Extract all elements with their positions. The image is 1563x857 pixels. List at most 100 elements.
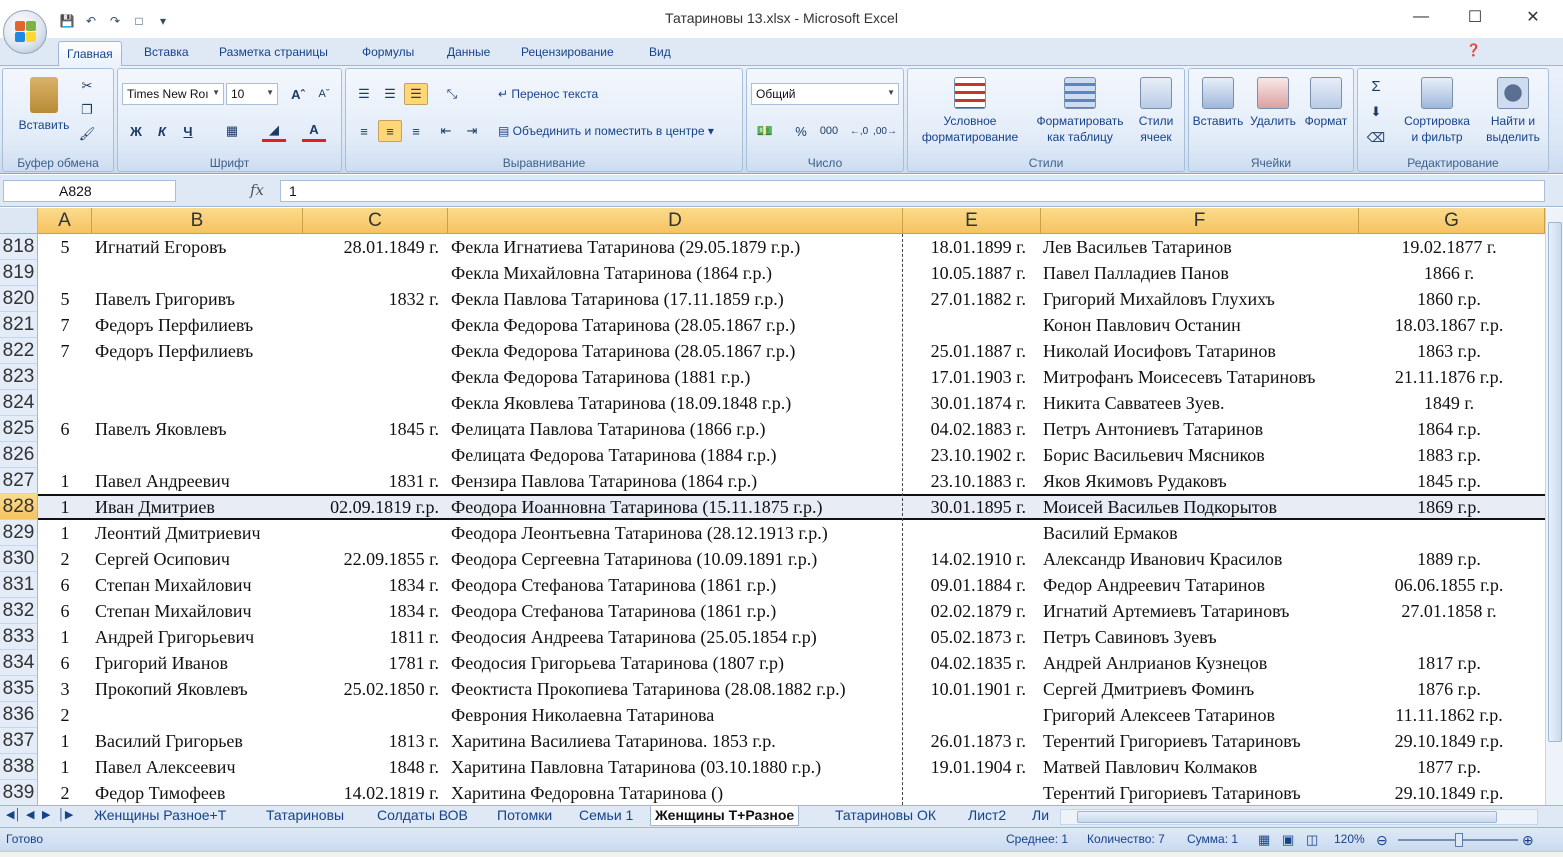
cell-d[interactable]: Феодосия Андреева Татаринова (25.05.1854… (451, 624, 901, 650)
cell-c[interactable] (303, 260, 439, 286)
cell-b[interactable] (95, 390, 300, 416)
underline-button[interactable]: Ч (176, 120, 200, 142)
cell-g[interactable] (1359, 520, 1539, 546)
format-as-table-button[interactable]: Форматировать как таблицу (1030, 77, 1130, 145)
cell-d[interactable]: Харитина Павловна Татаринова (03.10.1880… (451, 754, 901, 780)
cell-c[interactable] (303, 442, 439, 468)
fx-icon[interactable]: fx (250, 181, 264, 199)
cell-d[interactable]: Феодора Иоанновна Татаринова (15.11.1875… (451, 494, 901, 520)
first-sheet-icon[interactable]: ◀│ (6, 808, 21, 821)
zoom-level[interactable]: 120% (1334, 832, 1365, 846)
conditional-formatting-button[interactable]: Условное форматирование (912, 77, 1028, 145)
cell-a[interactable]: 2 (38, 702, 92, 728)
cell-d[interactable]: Феврония Николаевна Татаринова (451, 702, 901, 728)
row-header[interactable]: 827 (0, 468, 38, 494)
cell-a[interactable] (38, 364, 92, 390)
row-header[interactable]: 829 (0, 520, 38, 546)
column-header-a[interactable]: A (38, 208, 92, 234)
cell-a[interactable]: 1 (38, 468, 92, 494)
cell-a[interactable]: 1 (38, 520, 92, 546)
tab-data[interactable]: Данные (447, 45, 490, 59)
clear-icon[interactable]: ⌫ (1364, 127, 1388, 149)
sheet-tab[interactable]: Лист2 (968, 806, 1006, 826)
wrap-text-button[interactable]: ↵ Перенос текста (498, 87, 598, 101)
row-header[interactable]: 824 (0, 390, 38, 416)
page-break-view-icon[interactable]: ◫ (1306, 832, 1318, 848)
cell-c[interactable] (303, 312, 439, 338)
cell-b[interactable]: Федор Тимофеев (95, 780, 300, 805)
format-cells-button[interactable]: Формат (1299, 77, 1353, 129)
column-header-e[interactable]: E (903, 208, 1041, 234)
font-name-combo[interactable]: Times New Roı ▼ (122, 83, 224, 105)
cell-d[interactable]: Фекла Павлова Татаринова (17.11.1859 г.р… (451, 286, 901, 312)
cell-g[interactable]: 29.10.1849 г.р. (1359, 780, 1539, 805)
sheet-tab[interactable]: Татариновы ОК (835, 806, 936, 826)
cell-d[interactable]: Феодора Стефанова Татаринова (1861 г.р.) (451, 598, 901, 624)
cell-e[interactable] (903, 520, 1026, 546)
formula-input[interactable]: 1 (280, 180, 1545, 202)
column-header-g[interactable]: G (1359, 208, 1545, 234)
cell-a[interactable]: 1 (38, 624, 92, 650)
increase-indent-icon[interactable]: ⇥ (460, 120, 484, 142)
cell-c[interactable]: 1811 г. (303, 624, 439, 650)
align-top-icon[interactable]: ☰ (352, 83, 376, 105)
row-header[interactable]: 828 (0, 494, 38, 520)
row-header[interactable]: 837 (0, 728, 38, 754)
cell-a[interactable]: 7 (38, 312, 92, 338)
cell-e[interactable]: 05.02.1873 г. (903, 624, 1026, 650)
cell-e[interactable]: 10.05.1887 г. (903, 260, 1026, 286)
cell-g[interactable] (1359, 624, 1539, 650)
cell-a[interactable]: 7 (38, 338, 92, 364)
sheet-tab[interactable]: Солдаты ВОВ (377, 806, 468, 826)
last-sheet-icon[interactable]: │▶ (58, 808, 73, 821)
cell-a[interactable]: 6 (38, 572, 92, 598)
cell-g[interactable]: 11.11.1862 г.р. (1359, 702, 1539, 728)
paste-button[interactable]: Вставить (9, 77, 79, 133)
cell-c[interactable] (303, 390, 439, 416)
cell-d[interactable]: Фекла Игнатиева Татаринова (29.05.1879 г… (451, 234, 901, 260)
cell-g[interactable]: 1869 г.р. (1359, 494, 1539, 520)
delete-cells-button[interactable]: Удалить (1247, 77, 1299, 129)
tab-view[interactable]: Вид (649, 45, 671, 59)
prev-sheet-icon[interactable]: ◀ (26, 808, 34, 821)
row-header[interactable]: 823 (0, 364, 38, 390)
increase-decimal-icon[interactable]: ←,0 (847, 120, 871, 142)
row-header[interactable]: 822 (0, 338, 38, 364)
cell-f[interactable]: Митрофанъ Моисесевъ Татариновъ (1043, 364, 1358, 390)
align-left-icon[interactable]: ≡ (352, 120, 376, 142)
horizontal-scrollbar[interactable] (1060, 809, 1538, 825)
cell-d[interactable]: Феодора Леонтьевна Татаринова (28.12.191… (451, 520, 901, 546)
row-header[interactable]: 819 (0, 260, 38, 286)
cell-b[interactable] (95, 442, 300, 468)
tab-home[interactable]: Главная (58, 41, 122, 67)
cell-e[interactable]: 25.01.1887 г. (903, 338, 1026, 364)
office-button[interactable] (3, 10, 47, 54)
zoom-slider-thumb[interactable] (1455, 833, 1463, 847)
cell-f[interactable]: Лев Васильев Татаринов (1043, 234, 1358, 260)
cell-a[interactable]: 6 (38, 650, 92, 676)
close-button[interactable]: ✕ (1507, 0, 1559, 34)
cell-c[interactable] (303, 338, 439, 364)
cell-e[interactable] (903, 780, 1026, 805)
row-header[interactable]: 839 (0, 780, 38, 805)
cell-e[interactable]: 09.01.1884 г. (903, 572, 1026, 598)
cell-b[interactable]: Степан Михайлович (95, 598, 300, 624)
cell-b[interactable]: Василий Григорьев (95, 728, 300, 754)
tab-review[interactable]: Рецензирование (521, 45, 614, 59)
number-format-combo[interactable]: Общий ▼ (751, 83, 899, 105)
borders-icon[interactable]: ▦ (220, 120, 244, 142)
font-size-combo[interactable]: 10 ▼ (226, 83, 278, 105)
cell-c[interactable] (303, 520, 439, 546)
cell-f[interactable]: Павел Палладиев Панов (1043, 260, 1358, 286)
cell-c[interactable]: 1848 г. (303, 754, 439, 780)
cell-b[interactable]: Степан Михайлович (95, 572, 300, 598)
cell-g[interactable]: 1876 г.р. (1359, 676, 1539, 702)
cell-d[interactable]: Фелицата Павлова Татаринова (1866 г.р.) (451, 416, 901, 442)
cell-d[interactable]: Фекла Федорова Татаринова (28.05.1867 г.… (451, 338, 901, 364)
cell-f[interactable]: Петръ Антониевъ Татаринов (1043, 416, 1358, 442)
cell-a[interactable] (38, 442, 92, 468)
horizontal-scroll-thumb[interactable] (1077, 811, 1497, 823)
cell-d[interactable]: Феодора Стефанова Татаринова (1861 г.р.) (451, 572, 901, 598)
font-color-icon[interactable]: A (302, 120, 326, 142)
tab-formulas[interactable]: Формулы (362, 45, 414, 59)
